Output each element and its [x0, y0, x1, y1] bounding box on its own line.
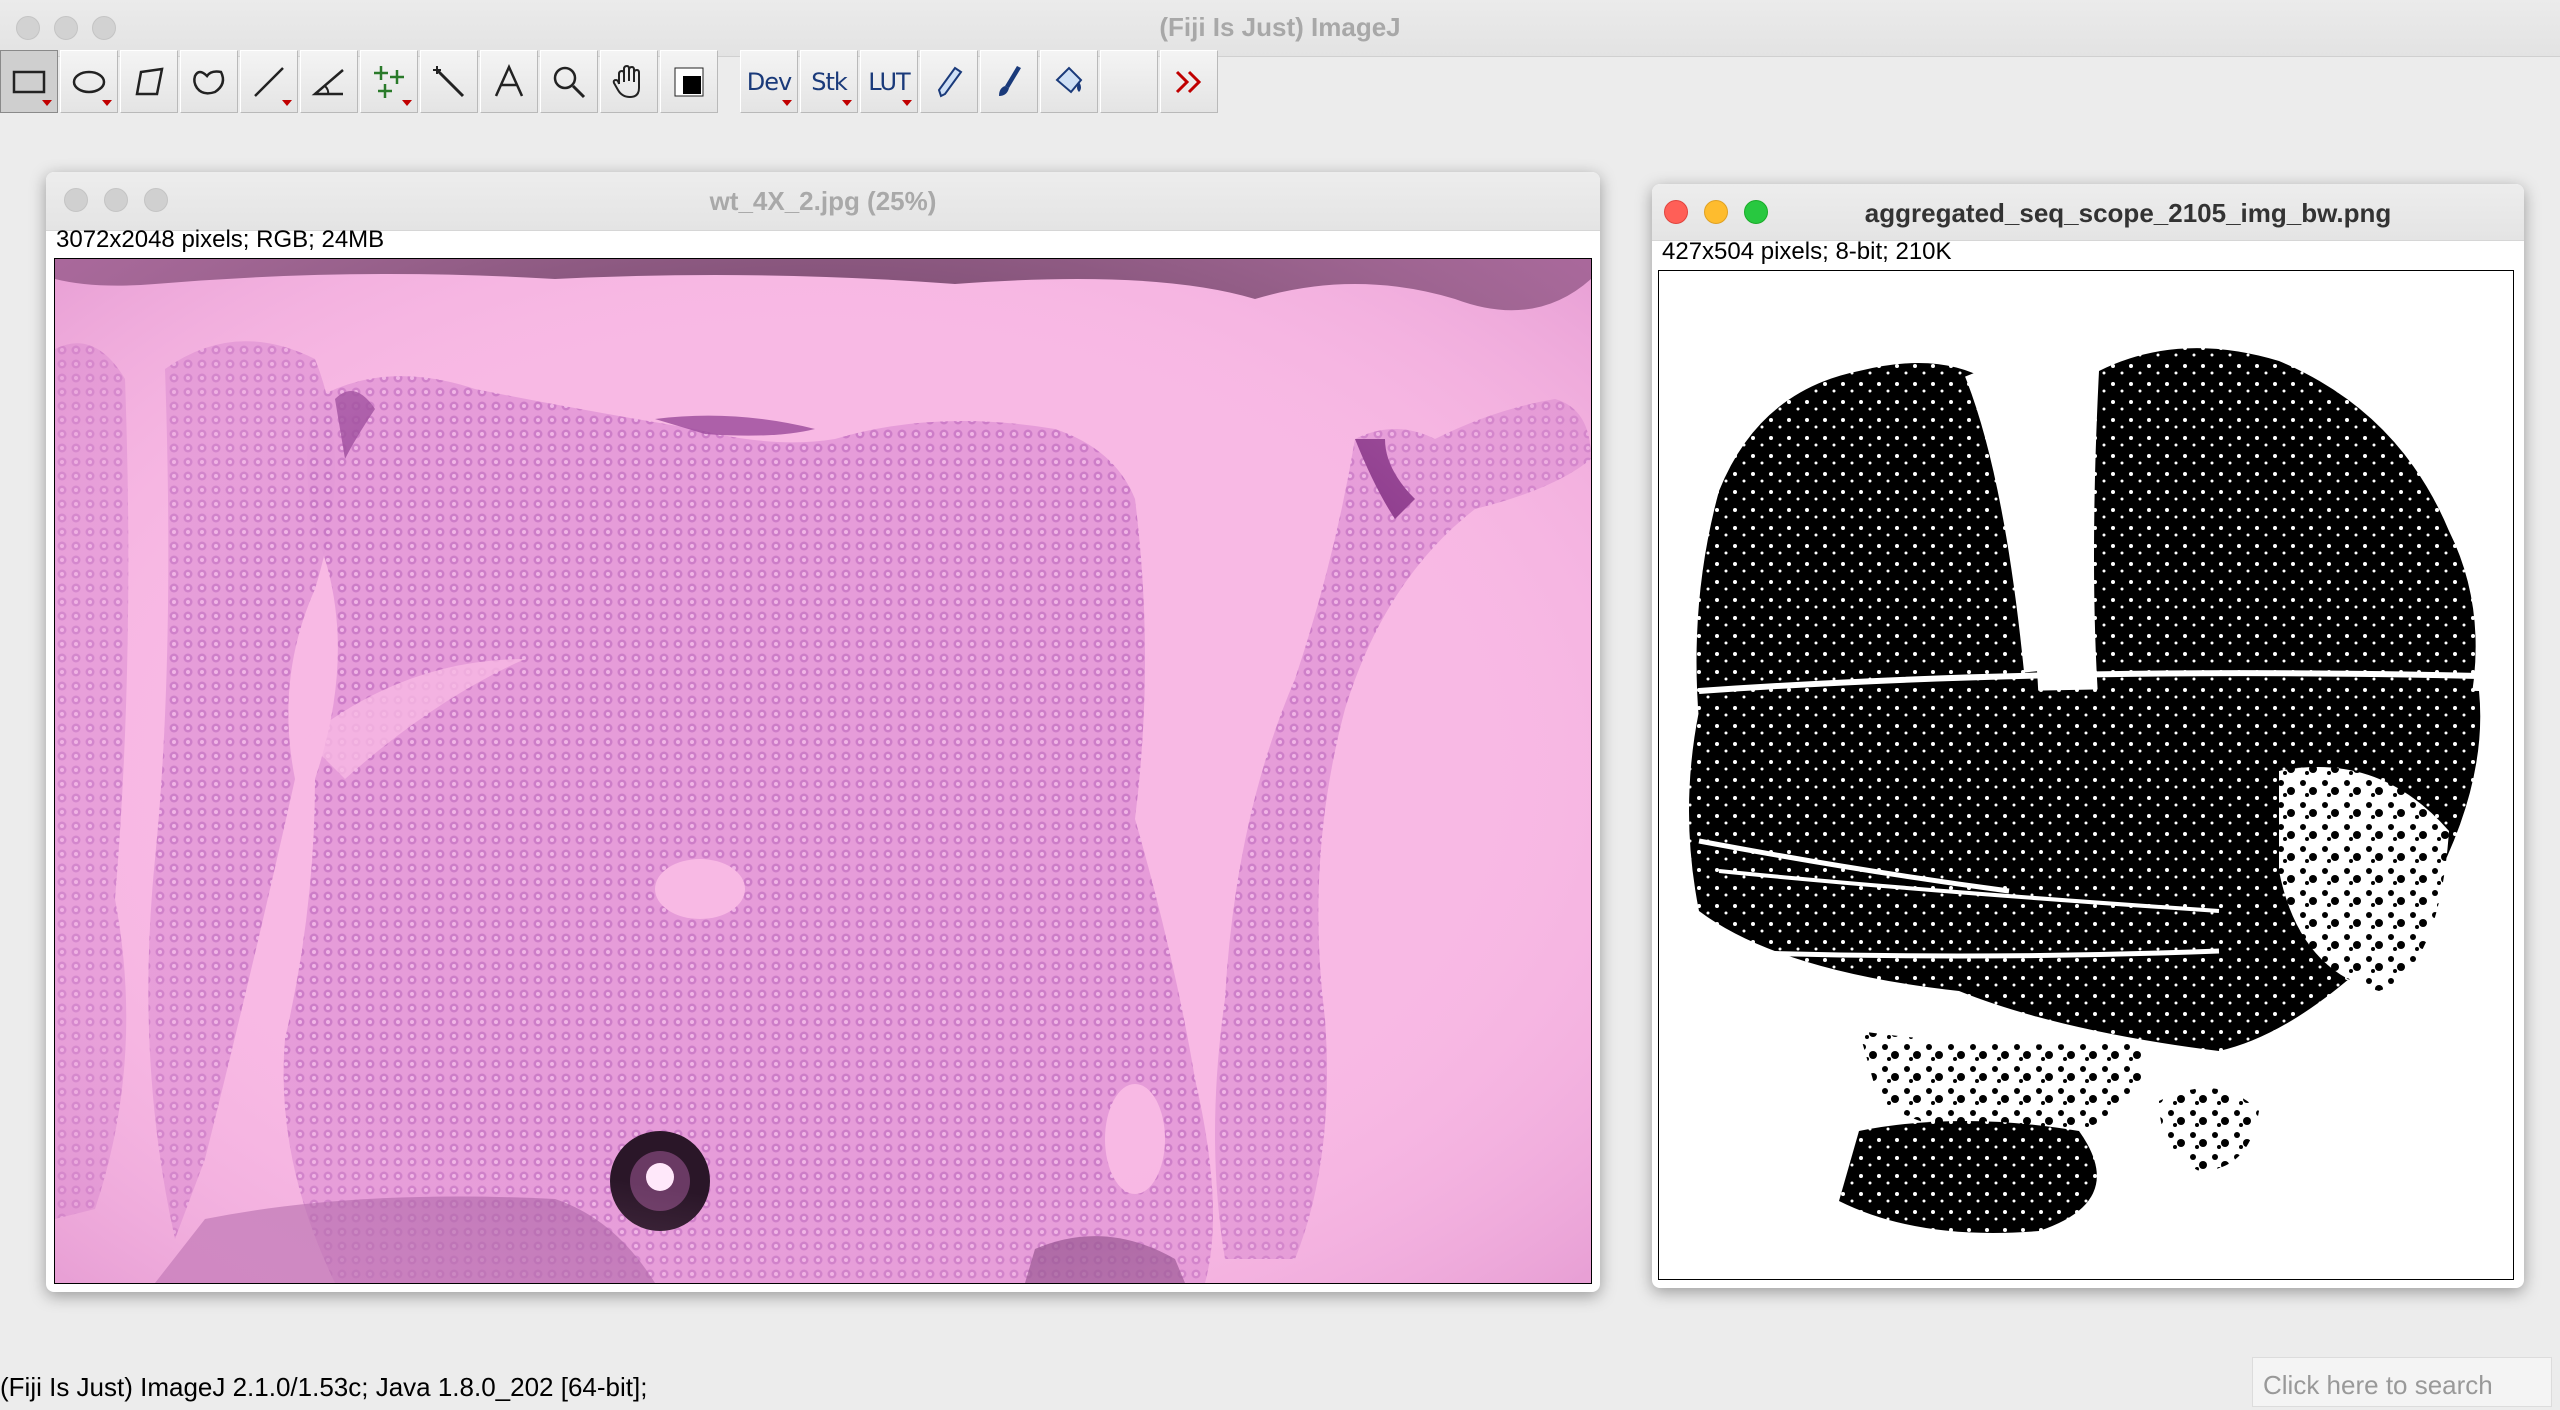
paint-bucket-icon — [1055, 66, 1083, 93]
window-titlebar[interactable]: wt_4X_2.jpg (25%) — [46, 172, 1600, 231]
multipoint-tool[interactable] — [360, 50, 418, 113]
image-window-left[interactable]: wt_4X_2.jpg (25%) 3072x2048 pixels; RGB;… — [46, 172, 1600, 1292]
window-title: wt_4X_2.jpg (25%) — [709, 186, 937, 216]
text-tool[interactable] — [480, 50, 538, 113]
dev-label: Dev — [746, 67, 792, 96]
close-button[interactable] — [1664, 200, 1688, 224]
image-info: 427x504 pixels; 8-bit; 210K — [1662, 238, 1952, 265]
dropdown-indicator — [402, 100, 412, 106]
color-picker-tool[interactable] — [660, 50, 718, 113]
lut-menu-button[interactable]: LUT — [860, 50, 918, 113]
wand-tool-icon — [433, 65, 465, 97]
magnifier-tool[interactable] — [540, 50, 598, 113]
stack-tools-button[interactable]: Stk — [800, 50, 858, 113]
status-bar: (Fiji Is Just) ImageJ 2.1.0/1.53c; Java … — [0, 1360, 2560, 1410]
hand-tool-icon — [612, 64, 640, 98]
window-title: aggregated_seq_scope_2105_img_bw.png — [1864, 198, 2392, 228]
oval-tool[interactable] — [60, 50, 118, 113]
multipoint-tool-icon — [374, 65, 404, 98]
dropdown-indicator — [42, 100, 52, 106]
binary-image — [1689, 348, 2481, 1233]
text-tool-icon — [494, 63, 524, 97]
polygon-tool[interactable] — [120, 50, 178, 113]
color-picker-icon — [674, 67, 704, 96]
freehand-tool-icon — [193, 69, 225, 95]
minimize-button[interactable] — [1704, 200, 1728, 224]
line-tool-icon — [254, 66, 284, 97]
angle-tool-icon — [311, 68, 344, 95]
more-tools-button[interactable] — [1160, 50, 1218, 113]
pencil-tool[interactable] — [920, 50, 978, 113]
rectangle-tool[interactable] — [0, 50, 58, 113]
stk-label: Stk — [811, 67, 848, 96]
rectangle-tool-icon — [12, 70, 46, 93]
developer-menu-button[interactable]: Dev — [740, 50, 798, 113]
magnifier-tool-icon — [553, 66, 586, 98]
image-window-right[interactable]: aggregated_seq_scope_2105_img_bw.png 427… — [1652, 184, 2524, 1288]
brush-icon — [999, 65, 1021, 96]
image-info: 3072x2048 pixels; RGB; 24MB — [56, 226, 385, 253]
line-tool[interactable] — [240, 50, 298, 113]
freehand-tool[interactable] — [180, 50, 238, 113]
flood-fill-tool[interactable] — [1040, 50, 1098, 113]
dropdown-indicator — [842, 100, 852, 106]
app-title: (Fiji Is Just) ImageJ — [1159, 12, 1401, 42]
image-canvas[interactable] — [1658, 270, 2514, 1280]
window-titlebar[interactable]: aggregated_seq_scope_2105_img_bw.png — [1652, 184, 2524, 241]
hand-tool[interactable] — [600, 50, 658, 113]
angle-tool[interactable] — [300, 50, 358, 113]
wand-tool[interactable] — [420, 50, 478, 113]
tissue-image — [55, 259, 1591, 1283]
main-titlebar: (Fiji Is Just) ImageJ — [0, 0, 2560, 57]
double-chevron-right-icon — [1175, 70, 1202, 93]
dropdown-indicator — [782, 100, 792, 106]
polygon-tool-icon — [135, 67, 164, 95]
search-input[interactable]: Click here to search — [2252, 1357, 2552, 1407]
brush-tool[interactable] — [980, 50, 1038, 113]
lut-label: LUT — [868, 67, 910, 96]
image-canvas[interactable] — [54, 258, 1592, 1284]
dropdown-indicator — [282, 100, 292, 106]
empty-tool-slot — [1100, 50, 1158, 113]
status-text: (Fiji Is Just) ImageJ 2.1.0/1.53c; Java … — [0, 1372, 648, 1402]
oval-tool-icon — [72, 70, 106, 93]
dropdown-indicator — [902, 100, 912, 106]
dropdown-indicator — [102, 100, 112, 106]
pencil-icon — [937, 66, 963, 97]
